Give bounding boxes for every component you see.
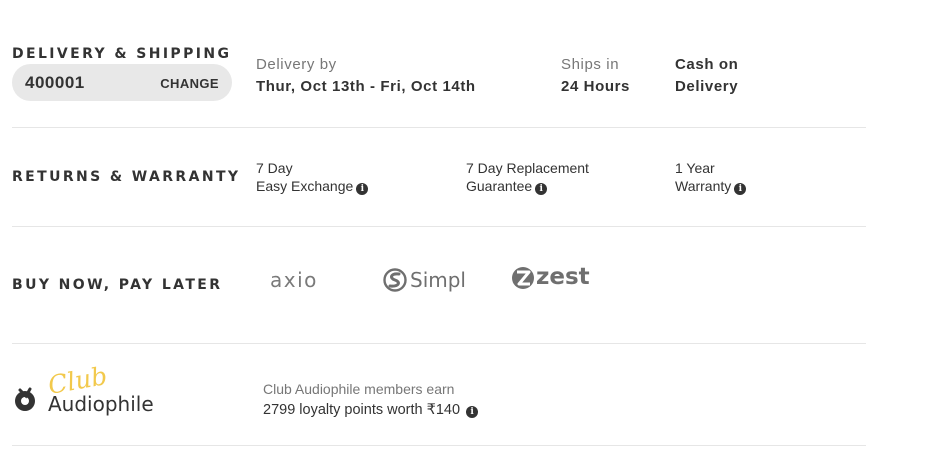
delivery-by-label: Delivery by [256, 56, 337, 73]
pincode-box: 400001 CHANGE [12, 64, 232, 101]
divider [12, 445, 866, 446]
cod-line1: Cash on [675, 56, 739, 73]
club-line1: Club Audiophile members earn [263, 381, 455, 397]
info-icon[interactable]: i [734, 183, 747, 195]
replacement-line1: 7 Day Replacement [466, 160, 589, 176]
simpl-logo-text: Simpl [410, 268, 466, 292]
zest-logo-text: zest [536, 264, 590, 290]
info-icon[interactable]: i [535, 183, 548, 195]
replacement-line2: Guarantee [466, 178, 533, 194]
club-audiophile-logo: Club Audiophile [12, 361, 162, 418]
warranty-line1: 1 Year [675, 160, 715, 176]
bnpl-section-title: BUY NOW, PAY LATER [12, 277, 223, 293]
easy-exchange-line2: Easy Exchange [256, 178, 354, 194]
divider [12, 127, 866, 128]
axio-logo[interactable]: axio [270, 268, 318, 292]
cod-line2: Delivery [675, 78, 739, 95]
ships-in-value: 24 Hours [561, 78, 630, 95]
simpl-icon [383, 268, 407, 292]
returns-section-title: RETURNS & WARRANTY [12, 169, 241, 185]
club-line2: 2799 loyalty points worth ₹140 [263, 402, 461, 418]
warranty-item: 1 Year Warranty i [675, 159, 747, 195]
change-pincode-button[interactable]: CHANGE [160, 76, 219, 91]
easy-exchange-item: 7 Day Easy Exchange i [256, 159, 369, 195]
club-logo-word: Audiophile [48, 392, 154, 416]
easy-exchange-line1: 7 Day [256, 160, 293, 176]
info-icon[interactable]: i [466, 406, 479, 418]
replacement-item: 7 Day Replacement Guarantee i [466, 159, 589, 195]
delivery-dates: Thur, Oct 13th - Fri, Oct 14th [256, 78, 476, 95]
simpl-logo[interactable]: Simpl [383, 266, 466, 294]
warranty-line2: Warranty [675, 178, 732, 194]
divider [12, 343, 866, 344]
info-icon[interactable]: i [356, 183, 369, 195]
axio-logo-text: axio [270, 268, 318, 292]
club-logo-mark-icon [15, 387, 35, 411]
zest-icon [512, 267, 534, 289]
pincode-value: 400001 [25, 73, 85, 92]
divider [12, 226, 866, 227]
ships-in-label: Ships in [561, 56, 620, 73]
club-line2-wrap: 2799 loyalty points worth ₹140 i [263, 402, 479, 418]
delivery-section-title: DELIVERY & SHIPPING [12, 46, 232, 62]
zest-logo[interactable]: zest [511, 264, 590, 290]
